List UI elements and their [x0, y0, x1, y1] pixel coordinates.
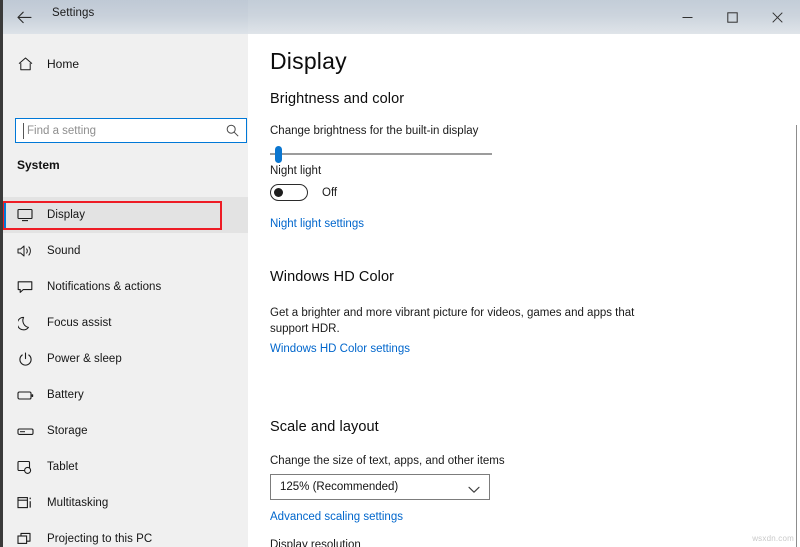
search-icon[interactable]: [226, 124, 239, 142]
brightness-slider[interactable]: [270, 145, 492, 163]
sidebar-item-battery[interactable]: Battery: [3, 377, 248, 413]
night-light-state: Off: [322, 187, 337, 199]
brightness-slider-thumb[interactable]: [275, 146, 282, 163]
sidebar-item-label: Projecting to this PC: [47, 533, 152, 545]
title-bar-left-panel: [3, 0, 248, 34]
watermark: wsxdn.com: [752, 534, 794, 543]
brightness-slider-track: [270, 153, 492, 155]
projecting-icon: [3, 532, 47, 546]
moon-icon: [3, 316, 47, 331]
sidebar-item-label: Tablet: [47, 461, 78, 473]
sidebar-item-focus-assist[interactable]: Focus assist: [3, 305, 248, 341]
sidebar-item-display[interactable]: Display: [3, 197, 248, 233]
section-heading-brightness: Brightness and color: [270, 91, 404, 107]
sidebar-group-label: System: [17, 158, 60, 172]
chevron-down-icon[interactable]: [468, 481, 480, 499]
sidebar-item-sound[interactable]: Sound: [3, 233, 248, 269]
maximize-icon[interactable]: [710, 0, 755, 34]
sidebar-nav: Display Sound Notifica: [3, 197, 248, 547]
main-content: Display Brightness and color Change brig…: [248, 34, 800, 547]
search-caret: [23, 123, 24, 139]
sidebar-item-label: Sound: [47, 245, 81, 257]
sidebar-item-home[interactable]: Home: [3, 49, 248, 79]
sidebar-item-label: Focus assist: [47, 317, 112, 329]
night-light-toggle[interactable]: [270, 184, 308, 201]
sidebar-item-tablet[interactable]: Tablet: [3, 449, 248, 485]
night-light-toggle-row: Off: [270, 184, 337, 201]
sidebar-item-power-sleep[interactable]: Power & sleep: [3, 341, 248, 377]
sidebar-item-label: Display: [47, 209, 85, 221]
storage-icon: [3, 426, 47, 437]
tablet-icon: [3, 460, 47, 475]
search-placeholder: Find a setting: [27, 125, 96, 137]
section-heading-hd-color: Windows HD Color: [270, 269, 394, 285]
speaker-icon: [3, 244, 47, 258]
night-light-label: Night light: [270, 165, 321, 177]
close-icon[interactable]: [755, 0, 800, 34]
window-left-edge: [0, 0, 3, 547]
power-icon: [3, 352, 47, 367]
sidebar-item-multitasking[interactable]: Multitasking: [3, 485, 248, 521]
sidebar-item-label: Storage: [47, 425, 88, 437]
minimize-icon[interactable]: [665, 0, 710, 34]
sidebar-item-label: Notifications & actions: [47, 281, 161, 293]
home-label: Home: [47, 57, 79, 71]
scale-size-label: Change the size of text, apps, and other…: [270, 455, 505, 467]
toggle-knob: [274, 188, 283, 197]
window-controls: [665, 0, 800, 34]
multitasking-icon: [3, 496, 47, 510]
night-light-settings-link[interactable]: Night light settings: [270, 218, 364, 230]
back-arrow-icon[interactable]: [13, 7, 35, 27]
notification-icon: [3, 280, 47, 294]
sidebar-item-label: Power & sleep: [47, 353, 122, 365]
sidebar-item-storage[interactable]: Storage: [3, 413, 248, 449]
advanced-scaling-settings-link[interactable]: Advanced scaling settings: [270, 511, 403, 523]
search-input[interactable]: Find a setting: [15, 118, 247, 143]
sidebar: Home Find a setting System: [3, 34, 248, 547]
sidebar-item-notifications[interactable]: Notifications & actions: [3, 269, 248, 305]
sidebar-item-label: Multitasking: [47, 497, 108, 509]
scrollbar-thumb[interactable]: [796, 125, 798, 547]
display-resolution-label: Display resolution: [270, 539, 361, 547]
settings-window: Settings: [0, 0, 800, 547]
section-heading-scale-layout: Scale and layout: [270, 419, 379, 435]
page-title: Display: [270, 48, 347, 75]
sidebar-item-projecting[interactable]: Projecting to this PC: [3, 521, 248, 547]
battery-icon: [3, 390, 47, 401]
hd-color-description: Get a brighter and more vibrant picture …: [270, 305, 635, 337]
sidebar-item-label: Battery: [47, 389, 84, 401]
home-icon: [3, 57, 47, 71]
monitor-icon: [3, 208, 47, 222]
title-bar: Settings: [0, 0, 800, 34]
brightness-slider-label: Change brightness for the built-in displ…: [270, 125, 478, 137]
scale-size-dropdown[interactable]: 125% (Recommended): [270, 474, 490, 500]
scale-size-value: 125% (Recommended): [280, 481, 398, 493]
window-title: Settings: [52, 7, 94, 19]
hd-color-settings-link[interactable]: Windows HD Color settings: [270, 343, 410, 355]
